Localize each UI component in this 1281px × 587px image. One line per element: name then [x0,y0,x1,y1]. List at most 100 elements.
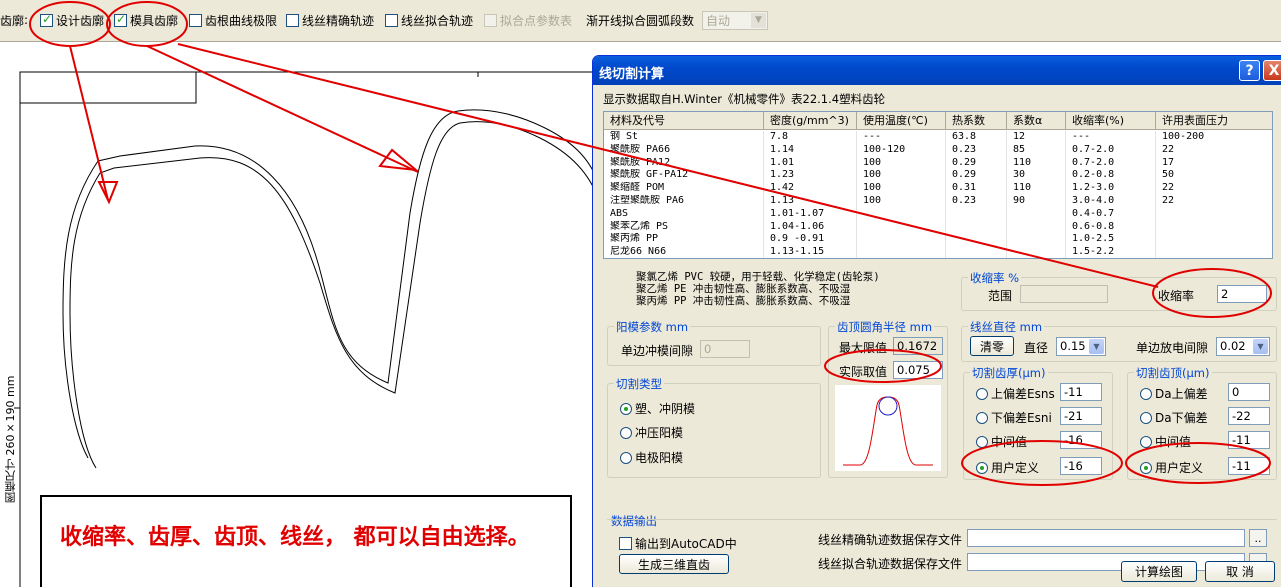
radio-icon [620,451,632,464]
arc-segments-select[interactable]: 自动 ▼ [702,10,768,30]
table-cell: 0.4-0.7 [1066,207,1156,221]
wire-cut-dialog: 线切割计算 ? X 显示数据取自H.Winter《机械零件》表22.1.4塑料齿… [592,55,1281,587]
wire-diameter-select[interactable]: 0.15 ▼ [1056,337,1106,356]
exact-file-input[interactable] [967,529,1245,547]
table-cell [1007,220,1066,234]
table-cell: 1.23 [764,169,857,183]
table-row[interactable]: 钢 St 7.8 --- 63.8 12 --- 100-200 [604,131,1272,144]
close-button[interactable]: X [1263,60,1281,81]
source-note: 显示数据取自H.Winter《机械零件》表22.1.4塑料齿轮 [603,92,886,106]
radio-selected-icon [976,461,988,474]
checkbox-disabled-icon [484,13,497,27]
die-gap-input[interactable]: 0 [700,340,750,358]
thickness-user-radio[interactable]: 用户定义 [976,459,1039,476]
shrink-range-label: 范围 [988,289,1013,303]
table-cell: --- [1066,131,1156,144]
die-params-group: 阳模参数 mm 单边冲模间隙 0 [607,319,821,366]
table-row[interactable]: 聚丙烯 PP 0.9 -0.91 1.0-2.5 [604,233,1272,247]
cut-type-option-2[interactable]: 电极阳模 [620,449,683,466]
chevron-down-icon: ▼ [1253,339,1268,354]
clear-wire-button[interactable]: 清零 [970,336,1014,356]
fit-params-checkbox[interactable]: 拟合点参数表 [484,11,572,29]
table-cell: 30 [1007,169,1066,183]
shrink-rate-input[interactable]: 2 [1217,285,1267,303]
tip-mid-field[interactable]: -11 [1228,431,1270,449]
wire-fit-checkbox[interactable]: 线丝拟合轨迹 [385,11,473,29]
thickness-lower-field[interactable]: -21 [1060,407,1102,425]
output-group-title: 数据输出 [611,514,657,528]
thickness-user-input[interactable]: -16 [1060,457,1102,475]
col-header-temperature[interactable]: 使用温度(℃) [857,112,946,130]
info-line: 聚丙烯 PP 冲击韧性高、膨胀系数高、不吸湿 [636,295,851,307]
tip-upper-field[interactable]: 0 [1228,383,1270,401]
cut-tip-group: 切割齿顶(μm) Da上偏差 0 Da下偏差 -22 中间值 -11 用户定义 … [1127,365,1277,480]
close-icon: X [1268,62,1280,79]
tip-radius-max-label: 最大限值 [839,341,888,355]
table-cell: 1.13 [764,195,857,208]
col-header-density[interactable]: 密度(g/mm^3) [764,112,857,130]
table-row[interactable]: 聚酰胺 PA12 1.01 100 0.29 110 0.7-2.0 17 [604,156,1272,170]
table-cell: 聚苯乙烯 PS [604,220,764,234]
wire-exact-checkbox[interactable]: 线丝精确轨迹 [286,11,374,29]
table-cell: 100 [857,195,946,208]
radio-icon [1140,435,1152,448]
radio-icon [620,426,632,439]
table-cell [1156,208,1272,221]
table-row[interactable]: 聚缩醛 POM 1.42 100 0.31 110 1.2-3.0 22 [604,182,1272,195]
thickness-mid-radio[interactable]: 中间值 [976,433,1027,450]
drawing-canvas[interactable]: 图框尺寸 260×190 mm 收缩率、齿厚、齿顶、线丝， 都可以自由选择。 [0,43,600,587]
tip-radius-actual-input[interactable]: 0.075 [893,361,943,379]
checkbox-icon [189,13,202,27]
tip-user-input[interactable]: -11 [1228,457,1270,475]
col-header-pressure[interactable]: 许用表面压力 [1156,112,1272,130]
tip-mid-radio[interactable]: 中间值 [1140,433,1191,450]
design-profile-checkbox[interactable]: 设计齿廓 [40,11,104,29]
col-header-thermal[interactable]: 热系数 [946,112,1007,130]
table-cell: ABS [604,207,764,221]
thickness-upper-radio[interactable]: 上偏差Esns [976,385,1055,402]
tip-radius-title: 齿顶圆角半径 mm [835,319,935,335]
cut-type-option-1[interactable]: 冲压阳模 [620,424,683,441]
mold-profile-checkbox[interactable]: 模具齿廓 [114,11,178,29]
thickness-mid-field[interactable]: -16 [1060,431,1102,449]
autocad-checkbox[interactable]: 输出到AutoCAD中 [619,535,737,552]
table-cell: 1.04-1.06 [764,220,857,234]
table-cell: 0.29 [946,169,1007,183]
table-cell: 聚酰胺 PA66 [604,143,764,157]
col-header-material[interactable]: 材料及代号 [604,112,764,130]
table-row[interactable]: ABS 1.01-1.07 0.4-0.7 [604,207,1272,221]
table-row[interactable]: 聚酰胺 GF-PA12 1.23 100 0.29 30 0.2-0.8 50 [604,169,1272,183]
tip-user-radio[interactable]: 用户定义 [1140,459,1203,476]
material-table[interactable]: 材料及代号 密度(g/mm^3) 使用温度(℃) 热系数 系数α 收缩率(%) … [603,111,1273,259]
table-row[interactable]: 尼龙66 N66 1.13-1.15 1.5-2.2 [604,246,1272,258]
table-cell: 100 [857,182,946,195]
table-row[interactable]: 聚苯乙烯 PS 1.04-1.06 0.6-0.8 [604,220,1272,234]
design-profile-curve [62,109,600,459]
help-button[interactable]: ? [1239,60,1260,81]
dialog-titlebar[interactable]: 线切割计算 [593,56,1281,85]
thickness-lower-radio[interactable]: 下偏差Esni [976,409,1052,426]
thickness-upper-field[interactable]: -11 [1060,383,1102,401]
fit-file-input[interactable] [967,553,1245,571]
tip-lower-field[interactable]: -22 [1228,407,1270,425]
cut-type-group: 切割类型 塑、冲阴模 冲压阳模 电极阳模 [607,376,821,478]
tip-lower-radio[interactable]: Da下偏差 [1140,409,1208,426]
col-header-shrink[interactable]: 收缩率(%) [1066,112,1156,130]
chevron-down-icon: ▼ [751,12,766,28]
root-limit-checkbox[interactable]: 齿根曲线极限 [189,11,277,29]
exact-file-browse-button[interactable]: .. [1249,529,1267,547]
cut-type-option-0[interactable]: 塑、冲阴模 [620,400,695,417]
shrink-rate-label: 收缩率 [1158,289,1195,303]
table-row[interactable]: 聚酰胺 PA66 1.14 100-120 0.23 85 0.7-2.0 22 [604,143,1272,157]
col-header-alpha[interactable]: 系数α [1007,112,1066,130]
calculate-draw-button[interactable]: 计算绘图 [1121,561,1197,582]
tip-upper-radio[interactable]: Da上偏差 [1140,385,1208,402]
discharge-gap-select[interactable]: 0.02 ▼ [1216,337,1270,356]
table-cell: 1.5-2.2 [1066,246,1156,258]
table-row[interactable]: 注塑聚酰胺 PA6 1.13 100 0.23 90 3.0-4.0 22 [604,195,1272,208]
table-cell: 90 [1007,195,1066,208]
generate-3d-button[interactable]: 生成三维直齿 [619,554,729,574]
table-cell: 1.2-3.0 [1066,182,1156,195]
cancel-button[interactable]: 取 消 [1205,561,1275,582]
table-cell: 22 [1156,195,1272,208]
